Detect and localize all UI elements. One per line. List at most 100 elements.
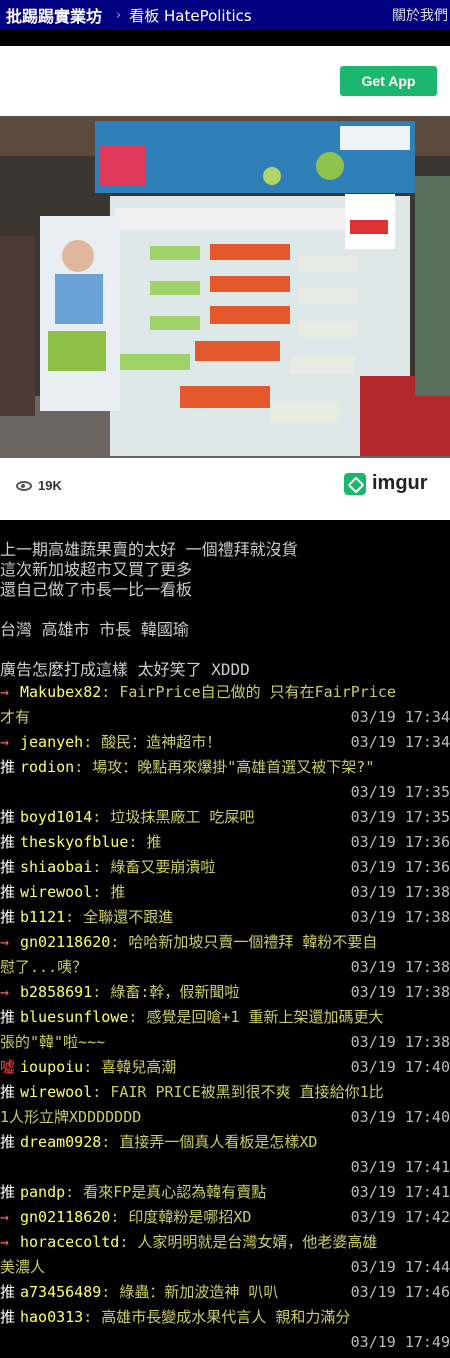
push-comment: 噓 ioupoiu: 喜韓兒高潮 03/19 17:40	[0, 1055, 450, 1080]
push-comment: 推 dream0928: 直接弄一個真人看板是怎樣XD 03/19 17:41	[0, 1130, 450, 1180]
content-line: 這次新加坡超市又買了更多	[0, 560, 193, 579]
push-colon: :	[83, 733, 102, 751]
push-user-id[interactable]: rodion	[20, 758, 74, 776]
push-colon: :	[65, 1183, 84, 1201]
push-colon: :	[101, 1283, 120, 1301]
top-bar: 批踢踢實業坊 › 看板 HatePolitics 關於我們	[0, 0, 450, 30]
push-message: 綠蟲：新加波造神 叭叭	[119, 1283, 279, 1301]
push-user-id[interactable]: hao0313	[20, 1308, 83, 1326]
push-user-id[interactable]: b1121	[20, 908, 65, 926]
push-message: 人家明明就是台灣女婿，他老婆高雄	[137, 1233, 378, 1251]
push-row: → Makubex82: FairPrice自己做的 只有在FairPrice	[0, 680, 450, 705]
push-tag: →	[0, 983, 10, 1001]
push-comment: → b2858691: 綠畜:幹，假新聞啦 03/19 17:38	[0, 980, 450, 1005]
content-line: 廣告怎麼打成這樣 太好笑了 XDDD	[0, 660, 250, 679]
push-user-id[interactable]: bluesunflowe	[20, 1008, 128, 1026]
push-row: 推 bluesunflowe: 感覺是回嗆+1 重新上架還加碼更大	[0, 1005, 450, 1030]
photo-illustration	[0, 116, 450, 458]
push-user-id[interactable]: gn02118620	[20, 1208, 110, 1226]
push-time: 03/19 17:44	[350, 1258, 450, 1276]
push-user-id[interactable]: theskyofblue	[20, 833, 128, 851]
push-time: 03/19 17:38	[350, 908, 450, 926]
content-line: 台灣 高雄市 市長 韓國瑜	[0, 620, 189, 639]
push-comment: 推 shiaobai: 綠畜又要崩潰啦 03/19 17:36	[0, 855, 450, 880]
push-user-id[interactable]: wirewool	[20, 883, 92, 901]
push-colon: :	[119, 1233, 138, 1251]
push-user-id[interactable]: boyd1014	[20, 808, 92, 826]
push-message: 場攻：晚點再來爆掛"高雄首選又被下架?"	[92, 758, 375, 776]
push-time: 03/19 17:40	[350, 1058, 450, 1076]
view-count-label: 19K	[38, 478, 62, 493]
push-user-id[interactable]: a73456489	[20, 1283, 101, 1301]
view-count: 19K	[16, 478, 62, 493]
push-tag: →	[0, 733, 10, 751]
push-tag: 推	[0, 1133, 16, 1151]
push-tag: 推	[0, 908, 16, 926]
push-message: 高雄市長變成水果代言人 親和力滿分	[101, 1308, 351, 1326]
push-user-id[interactable]: wirewool	[20, 1083, 92, 1101]
push-comment: 推 wirewool: FAIR PRICE被黑到很不爽 直接給你1比 1人形立牌X…	[0, 1080, 450, 1130]
push-time: 03/19 17:36	[350, 833, 450, 851]
push-user-id[interactable]: pandp	[20, 1183, 65, 1201]
site-home-link[interactable]: 批踢踢實業坊	[6, 3, 102, 27]
get-app-button[interactable]: Get App	[340, 66, 437, 96]
breadcrumb-separator: ›	[116, 7, 122, 23]
push-user-id[interactable]: ioupoiu	[20, 1058, 83, 1076]
push-time: 03/19 17:36	[350, 858, 450, 876]
push-colon: :	[101, 1133, 120, 1151]
push-user-id[interactable]: b2858691	[20, 983, 92, 1001]
about-link[interactable]: 關於我們	[392, 5, 448, 25]
push-tag: 推	[0, 858, 16, 876]
push-continuation: 才有 03/19 17:34	[0, 705, 450, 730]
push-row: → gn02118620: 哈哈新加坡只賣一個禮拜 韓粉不要自	[0, 930, 450, 955]
push-comment: → Makubex82: FairPrice自己做的 只有在FairPrice 才有…	[0, 680, 450, 730]
push-tag: 推	[0, 833, 16, 851]
push-tag: 推	[0, 883, 16, 901]
push-list: → Makubex82: FairPrice自己做的 只有在FairPrice 才有…	[0, 680, 450, 1355]
push-tag: 推	[0, 1008, 16, 1026]
push-row: 推 dream0928: 直接弄一個真人看板是怎樣XD	[0, 1130, 450, 1155]
push-time: 03/19 17:35	[350, 808, 450, 826]
board-link[interactable]: 看板 HatePolitics	[129, 5, 251, 26]
push-comment: → gn02118620: 哈哈新加坡只賣一個禮拜 韓粉不要自 慰了...咦？ 03/…	[0, 930, 450, 980]
push-user-id[interactable]: horacecoltd	[20, 1233, 119, 1251]
push-colon: :	[101, 683, 120, 701]
push-user-id[interactable]: shiaobai	[20, 858, 92, 876]
push-time: 03/19 17:34	[350, 708, 450, 726]
push-time: 03/19 17:41	[350, 1158, 450, 1176]
push-tag: 推	[0, 1183, 16, 1201]
supermarket-photo[interactable]	[0, 116, 450, 458]
push-message: 綠畜又要崩潰啦	[110, 858, 216, 876]
push-continuation: 03/19 17:35	[0, 780, 450, 805]
push-user-id[interactable]: Makubex82	[20, 683, 101, 701]
push-colon: :	[128, 1008, 147, 1026]
push-comment: 推 rodion: 場攻：晚點再來爆掛"高雄首選又被下架?" 03/19 17:35	[0, 755, 450, 805]
imgur-wordmark: imgur	[372, 472, 428, 494]
push-tag: 推	[0, 758, 16, 776]
push-user-id[interactable]: jeanyeh	[20, 733, 83, 751]
push-tag: →	[0, 1208, 10, 1226]
push-user-id[interactable]: dream0928	[20, 1133, 101, 1151]
push-tag: 噓	[0, 1058, 16, 1076]
push-colon: :	[74, 758, 93, 776]
imgur-embed: Get App 19K imgur	[0, 46, 450, 520]
push-user-id[interactable]: gn02118620	[20, 933, 110, 951]
push-continuation: 1人形立牌XDDDDDDD 03/19 17:40	[0, 1105, 450, 1130]
push-colon: :	[92, 983, 111, 1001]
push-colon: :	[92, 1083, 111, 1101]
push-comment: 推 boyd1014: 垃圾抹黑廠工 吃屎吧 03/19 17:35	[0, 805, 450, 830]
push-colon: :	[128, 833, 147, 851]
push-colon: :	[83, 1058, 102, 1076]
imgur-logo[interactable]: imgur	[344, 472, 428, 495]
push-time: 03/19 17:46	[350, 1283, 450, 1301]
push-message: 印度韓粉是哪招XD	[128, 1208, 252, 1226]
push-tag: 推	[0, 808, 16, 826]
eye-icon	[16, 480, 32, 491]
push-continuation: 慰了...咦？ 03/19 17:38	[0, 955, 450, 980]
push-tag: →	[0, 1233, 10, 1251]
push-time: 03/19 17:38	[350, 983, 450, 1001]
push-tag: 推	[0, 1283, 16, 1301]
push-message-continued: 張的"韓"啦~~~	[0, 1033, 106, 1051]
push-comment: 推 a73456489: 綠蟲：新加波造神 叭叭 03/19 17:46	[0, 1280, 450, 1305]
push-row: 推 hao0313: 高雄市長變成水果代言人 親和力滿分	[0, 1305, 450, 1330]
